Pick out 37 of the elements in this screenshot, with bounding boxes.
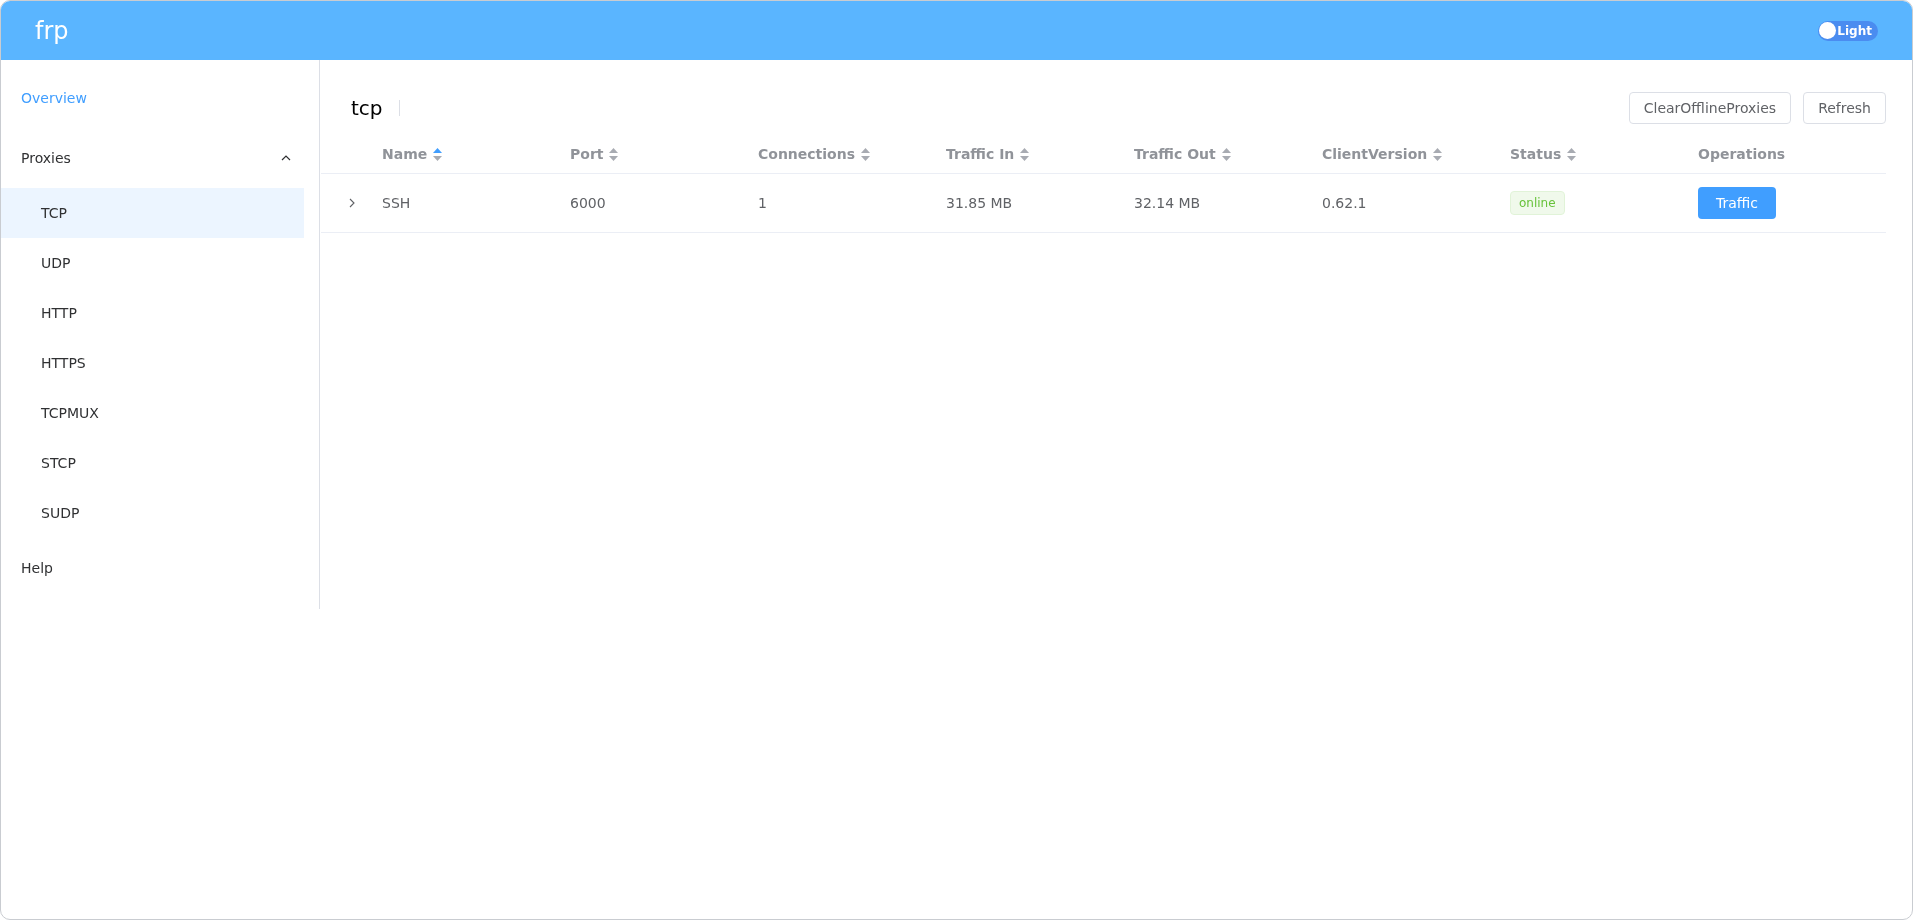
- action-button[interactable]: ClearOfflineProxies: [1628, 92, 1792, 124]
- sidebar-subitem[interactable]: TCPMUX: [1, 388, 304, 438]
- sidebar-subitem[interactable]: SUDP: [1, 488, 304, 538]
- sidebar-item[interactable]: Help: [1, 538, 319, 598]
- sidebar-subitem[interactable]: HTTPS: [1, 338, 304, 388]
- expand-icon[interactable]: [348, 198, 355, 208]
- app-logo: frp: [35, 15, 69, 47]
- column-header: ClientVersion: [1322, 145, 1428, 164]
- table-cell: 1: [758, 194, 767, 211]
- table-cell: 32.14 MB: [1134, 194, 1201, 211]
- column-header: Status: [1510, 145, 1562, 164]
- sidebar-subitem[interactable]: TCP: [1, 188, 304, 238]
- column-header: Port: [570, 145, 604, 164]
- page-title: tcp: [351, 95, 383, 122]
- sort-icon[interactable]: [861, 148, 871, 161]
- sort-icon[interactable]: [1020, 148, 1030, 161]
- sort-icon[interactable]: [1221, 148, 1231, 161]
- column-header: Operations: [1698, 145, 1786, 164]
- table-cell: 0.62.1: [1322, 194, 1367, 211]
- column-header: Name: [382, 145, 428, 164]
- sidebar-subitem[interactable]: UDP: [1, 238, 304, 288]
- sidebar-subitem[interactable]: HTTP: [1, 288, 304, 338]
- table-cell: 6000: [570, 194, 606, 211]
- column-header: Traffic In: [946, 145, 1015, 164]
- table-cell: SSH: [382, 194, 411, 211]
- sort-icon[interactable]: [609, 148, 619, 161]
- sort-icon[interactable]: [1567, 148, 1577, 161]
- switch-knob: [1819, 22, 1837, 39]
- column-header: Traffic Out: [1134, 145, 1216, 164]
- action-button[interactable]: Refresh: [1803, 92, 1886, 124]
- status-tag: online: [1510, 191, 1565, 215]
- sort-icon[interactable]: [433, 148, 443, 161]
- column-header: Connections: [758, 145, 856, 164]
- sidebar-subitem[interactable]: STCP: [1, 438, 304, 488]
- table-cell: 31.85 MB: [946, 194, 1013, 211]
- sort-icon[interactable]: [1433, 148, 1443, 161]
- sidebar-item[interactable]: Proxies: [1, 128, 319, 188]
